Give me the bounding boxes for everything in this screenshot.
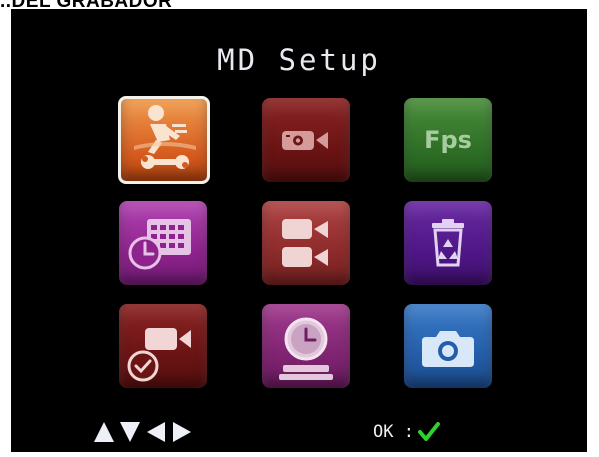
- menu-tile-delete[interactable]: [404, 201, 492, 285]
- arrow-up-icon: [94, 422, 114, 442]
- menu-tile-video-camera[interactable]: [262, 98, 350, 182]
- recycle-bin-icon: [432, 219, 464, 267]
- device-screen: MD Setup Fps OK:: [11, 9, 587, 452]
- menu-tile-schedule[interactable]: [119, 201, 207, 285]
- arrow-down-icon: [120, 422, 140, 442]
- menu-tile-dual-camera[interactable]: [262, 201, 350, 285]
- menu-tile-fps[interactable]: Fps: [404, 98, 492, 182]
- menu-tile-record-check[interactable]: [119, 304, 207, 388]
- ok-label: OK :: [373, 422, 414, 442]
- camera-record-check-icon: [127, 328, 191, 382]
- arrow-right-icon: [173, 422, 191, 442]
- dual-camera-icon: [282, 219, 328, 267]
- menu-tile-motion-detect-settings[interactable]: [118, 96, 210, 184]
- ok-hint: OK :: [373, 422, 440, 442]
- arrow-left-icon: [147, 422, 165, 442]
- fps-icon: Fps: [424, 126, 472, 154]
- motion-detect-settings-icon: [134, 105, 196, 169]
- schedule-calendar-clock-icon: [128, 219, 191, 270]
- navigation-hint: [93, 419, 193, 445]
- clock-stand-icon: [279, 317, 333, 380]
- menu-tile-clock[interactable]: [262, 304, 350, 388]
- checkmark-icon: [417, 422, 440, 441]
- photo-camera-icon: [422, 331, 474, 367]
- video-camera-icon: [282, 131, 328, 150]
- screen-title: MD Setup: [217, 43, 381, 77]
- menu-tile-photo[interactable]: [404, 304, 492, 388]
